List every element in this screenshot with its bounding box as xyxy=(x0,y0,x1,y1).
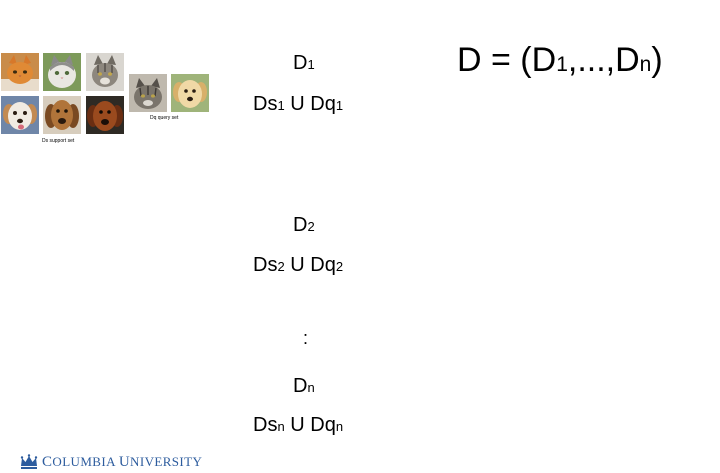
orange-tabby-cat-photo xyxy=(1,53,39,91)
brown-dog-photo xyxy=(43,96,81,134)
task-1-subscript: 1 xyxy=(307,57,315,72)
query-set-caption: Dq query set xyxy=(150,115,179,121)
task-2-label: D2 xyxy=(293,214,315,236)
columbia-university-logo: COLUMBIA UNIVERSITY xyxy=(20,451,202,473)
task-n-subscript: n xyxy=(307,380,315,395)
dark-brown-dog-photo xyxy=(86,96,124,134)
task-n-split: Dsn U Dqn xyxy=(253,414,344,436)
task-1-split: Ds1 U Dq1 xyxy=(253,93,344,115)
task-distribution-formula: D = (D1,...,Dn) xyxy=(457,41,663,79)
support-set-caption: Ds support set xyxy=(42,138,75,144)
white-gray-cat-photo xyxy=(43,53,81,91)
task-n-label: Dn xyxy=(293,375,315,397)
ellipsis-vertical: : xyxy=(303,328,309,348)
task-2-subscript: 2 xyxy=(307,219,315,234)
white-puppy-photo xyxy=(1,96,39,134)
slide: Ds support set Dq query set D1 Ds1 U Dq1… xyxy=(0,0,720,470)
task-2-split: Ds2 U Dq2 xyxy=(253,254,344,276)
gray-tabby-cat-photo xyxy=(86,53,124,91)
yellow-lab-puppy-photo xyxy=(171,74,209,112)
tabby-cat-photo xyxy=(129,74,167,112)
task-1-label: D1 xyxy=(293,52,315,74)
